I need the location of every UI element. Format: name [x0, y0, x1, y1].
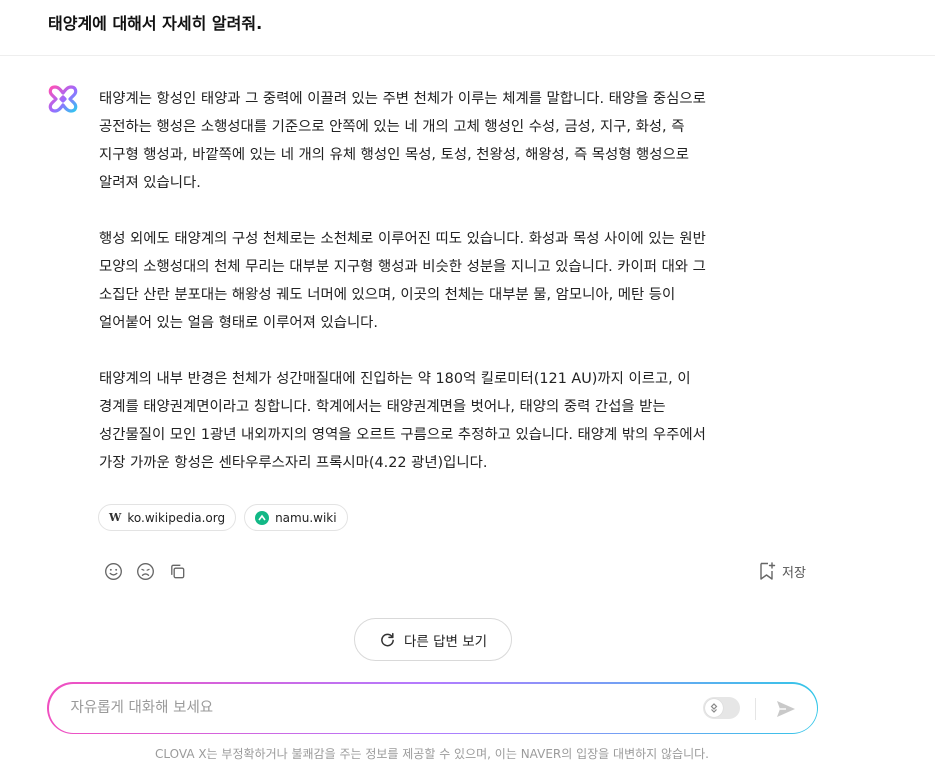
answer-line: 알려져 있습니다.: [99, 175, 201, 191]
answer-line: 지구형 행성과, 바깥쪽에 있는 네 개의 유체 행성인 목성, 토성, 천왕성…: [99, 147, 690, 163]
regenerate-label: 다른 답변 보기: [403, 633, 488, 650]
skill-toggle[interactable]: [702, 696, 740, 719]
answer-paragraph-3: 태양계의 내부 반경은 천체가 성간매질대에 진입하는 약 180억 킬로미터(…: [99, 365, 821, 477]
save-label: 저장: [782, 565, 806, 581]
conversation-header: 태양계에 대해서 자세히 알려줘.: [0, 0, 935, 56]
copy-icon[interactable]: [167, 561, 187, 581]
send-icon: [776, 700, 795, 717]
source-chip-wikipedia[interactable]: W ko.wikipedia.org: [98, 504, 237, 531]
clova-x-logo-icon: [48, 85, 78, 113]
answer-line: 태양계는 항성인 태양과 그 중력에 이끌려 있는 주변 천체가 이루는 체계를…: [99, 91, 706, 107]
answer-line: 모양의 소행성대의 천체 무리는 대부분 지구형 행성과 비슷한 성분을 지니고…: [99, 259, 706, 275]
chat-input[interactable]: [70, 683, 671, 733]
answer-line: 공전하는 행성은 소행성대를 기준으로 안쪽에 있는 네 개의 고체 행성인 수…: [99, 119, 685, 135]
answer-line: 가장 가까운 항성은 센타우루스자리 프록시마(4.22 광년)입니다.: [99, 455, 488, 471]
feedback-actions: [103, 561, 187, 581]
answer-paragraph-1: 태양계는 항성인 태양과 그 중력에 이끌려 있는 주변 천체가 이루는 체계를…: [99, 85, 821, 197]
skill-icon: [710, 702, 717, 713]
answer-line: 얼어붙어 있는 얼음 형태로 이루어져 있습니다.: [99, 315, 378, 331]
sad-icon[interactable]: [135, 561, 155, 581]
answer-line: 태양계의 내부 반경은 천체가 성간매질대에 진입하는 약 180억 킬로미터(…: [99, 371, 691, 387]
assistant-answer: 태양계는 항성인 태양과 그 중력에 이끌려 있는 주변 천체가 이루는 체계를…: [99, 85, 821, 505]
regenerate-answer-button[interactable]: 다른 답변 보기: [354, 618, 512, 661]
toggle-knob: [704, 698, 723, 717]
smile-icon[interactable]: [103, 561, 123, 581]
input-divider: [754, 697, 756, 720]
answer-paragraph-2: 행성 외에도 태양계의 구성 천체로는 소천체로 이루어진 띠도 있습니다. 화…: [99, 225, 821, 337]
send-button[interactable]: [773, 696, 799, 722]
source-label: namu.wiki: [275, 510, 337, 525]
answer-line: 성간물질이 모인 1광년 내외까지의 영역을 오르트 구름으로 추정하고 있습니…: [99, 427, 706, 443]
answer-line: 경계를 태양권계면이라고 칭합니다. 학계에서는 태양권계면을 벗어나, 태양의…: [99, 399, 666, 415]
answer-line: 소집단 산란 분포대는 해왕성 궤도 너머에 있으며, 이곳의 천체는 대부분 …: [99, 287, 676, 303]
bookmark-add-icon: [760, 562, 776, 580]
disclaimer-text: CLOVA X는 부정확하거나 불쾌감을 주는 정보를 제공할 수 있으며, 이…: [155, 747, 709, 761]
source-label: ko.wikipedia.org: [127, 510, 226, 525]
source-chip-namuwiki[interactable]: namu.wiki: [244, 504, 348, 531]
answer-line: 행성 외에도 태양계의 구성 천체로는 소천체로 이루어진 띠도 있습니다. 화…: [99, 231, 706, 247]
save-button[interactable]: 저장: [758, 561, 806, 581]
namuwiki-icon: [255, 510, 270, 525]
chat-input-container: [47, 682, 818, 734]
wikipedia-icon: W: [109, 511, 122, 524]
refresh-icon: [381, 632, 394, 647]
source-chips: W ko.wikipedia.org namu.wiki: [98, 504, 348, 531]
user-question: 태양계에 대해서 자세히 알려줘.: [48, 14, 263, 33]
chat-input-box: [48, 683, 817, 733]
